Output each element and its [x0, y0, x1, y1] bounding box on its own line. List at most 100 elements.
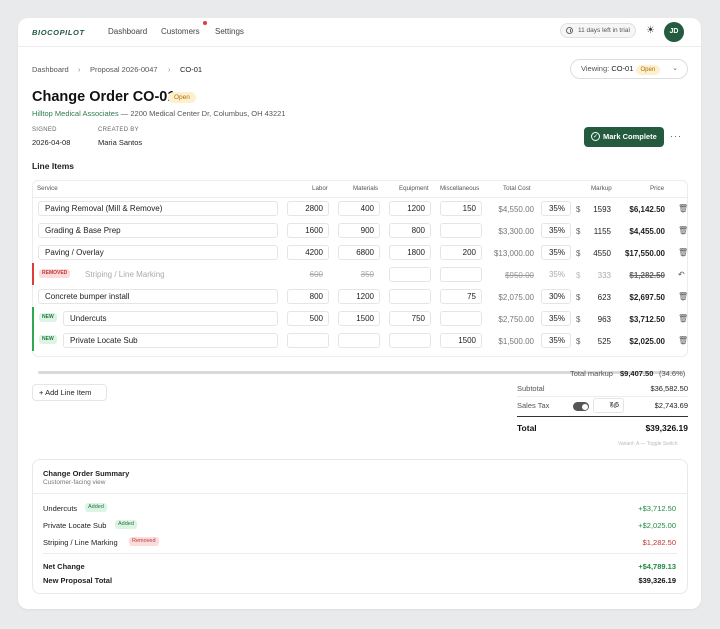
markup-currency: $: [576, 315, 581, 324]
equipment-input[interactable]: [389, 289, 431, 304]
total-divider: [517, 416, 688, 417]
misc-input[interactable]: 200: [440, 245, 482, 260]
materials-input[interactable]: [338, 333, 380, 348]
brand-logo[interactable]: BIOCOPILOT: [32, 28, 85, 37]
labor-input[interactable]: 1600: [287, 223, 329, 238]
materials-input[interactable]: 900: [338, 223, 380, 238]
service-input[interactable]: Concrete bumper install: [38, 289, 278, 304]
summary-item-amount: +$2,025.00: [638, 521, 676, 530]
markup-percent-input[interactable]: 35%: [541, 245, 571, 260]
markup-percent-input[interactable]: 30%: [541, 289, 571, 304]
equipment-input[interactable]: 750: [389, 311, 431, 326]
equipment-input[interactable]: 1200: [389, 201, 431, 216]
service-input[interactable]: Striping / Line Marking: [78, 267, 278, 282]
markup-percent-input[interactable]: 35%: [541, 201, 571, 216]
markup-percent-input[interactable]: 35%: [541, 311, 571, 326]
labor-input[interactable]: [287, 333, 329, 348]
service-input[interactable]: Grading & Base Prep: [38, 223, 278, 238]
labor-input[interactable]: 800: [287, 289, 329, 304]
plus-icon: +: [39, 388, 44, 397]
undo-icon[interactable]: ↶: [678, 270, 685, 279]
service-input[interactable]: Undercuts: [63, 311, 278, 326]
trash-icon[interactable]: 🗑: [678, 314, 688, 323]
breadcrumb-dashboard[interactable]: Dashboard: [32, 65, 69, 74]
breadcrumb-proposal[interactable]: Proposal 2026-0047: [90, 65, 158, 74]
tax-rate-input[interactable]: 7.5: [593, 398, 624, 413]
new-tag: NEW: [39, 313, 57, 322]
top-bar: BIOCOPILOT Dashboard Customers Settings …: [18, 18, 701, 46]
trash-icon[interactable]: 🗑: [678, 292, 688, 301]
created-by-label: CREATED BY: [98, 127, 139, 133]
new-proposal-total-value: $39,326.19: [638, 576, 676, 585]
markup-currency: $: [576, 249, 581, 258]
add-line-item-button[interactable]: + Add Line Item: [32, 384, 107, 401]
materials-input[interactable]: 400: [338, 201, 380, 216]
net-change-label: Net Change: [43, 562, 85, 571]
nav-customers[interactable]: Customers: [161, 27, 200, 36]
viewing-status-badge: Open: [635, 65, 661, 75]
user-avatar[interactable]: JD: [664, 22, 684, 42]
col-markup: Markup: [591, 185, 612, 192]
labor-input[interactable]: 2800: [287, 201, 329, 216]
materials-input[interactable]: 6800: [338, 245, 380, 260]
equipment-input[interactable]: 1800: [389, 245, 431, 260]
labor-input[interactable]: 600: [287, 267, 329, 282]
total-cost: $4,550.00: [498, 205, 534, 214]
topbar-divider: [18, 46, 701, 47]
tax-unit: %: [610, 401, 617, 410]
nav-settings[interactable]: Settings: [215, 27, 244, 36]
misc-input[interactable]: 75: [440, 289, 482, 304]
markup-amount: 1155: [593, 227, 611, 236]
service-input[interactable]: Paving / Overlay: [38, 245, 278, 260]
materials-input[interactable]: 350: [338, 267, 380, 282]
labor-input[interactable]: 4200: [287, 245, 329, 260]
materials-input[interactable]: 1200: [338, 289, 380, 304]
markup-percent-input[interactable]: 35%: [541, 267, 571, 282]
misc-input[interactable]: 1500: [440, 333, 482, 348]
total-cost: $13,000.00: [493, 249, 534, 258]
price: $4,455.00: [629, 227, 665, 236]
markup-currency: $: [576, 205, 581, 214]
trial-text: 11 days left in trial: [578, 27, 630, 34]
markup-currency: $: [576, 227, 581, 236]
version-select[interactable]: Viewing: CO-01 Open ⌄: [570, 59, 688, 79]
sales-tax-toggle[interactable]: [573, 402, 589, 411]
check-circle-icon: ✓: [591, 132, 600, 141]
table-header-divider: [32, 197, 688, 198]
markup-amount: 525: [597, 337, 611, 346]
equipment-input[interactable]: [389, 333, 431, 348]
summary-subtitle: Customer-facing view: [43, 479, 106, 486]
misc-input[interactable]: [440, 311, 482, 326]
client-link[interactable]: Hilltop Medical Associates: [32, 109, 119, 118]
total-markup-percent: (34.6%): [659, 369, 686, 378]
markup-currency: $: [576, 337, 581, 346]
service-input[interactable]: Paving Removal (Mill & Remove): [38, 201, 278, 216]
misc-input[interactable]: 150: [440, 201, 482, 216]
trash-icon[interactable]: 🗑: [678, 336, 688, 345]
nav-dashboard[interactable]: Dashboard: [108, 27, 147, 36]
markup-percent-input[interactable]: 35%: [541, 333, 571, 348]
viewing-value: CO-01: [611, 64, 634, 73]
removed-tag: REMOVED: [39, 269, 71, 278]
price: $6,142.50: [629, 205, 665, 214]
equipment-input[interactable]: 800: [389, 223, 431, 238]
theme-toggle-sun-icon[interactable]: ☀: [646, 25, 655, 36]
service-input[interactable]: Private Locate Sub: [63, 333, 278, 348]
labor-input[interactable]: 500: [287, 311, 329, 326]
equipment-input[interactable]: [389, 267, 431, 282]
materials-input[interactable]: 1500: [338, 311, 380, 326]
more-options-icon[interactable]: ···: [670, 131, 682, 141]
subtotal-label: Subtotal: [517, 384, 545, 393]
trash-icon[interactable]: 🗑: [678, 226, 688, 235]
new-indicator-bar: [32, 307, 34, 329]
trash-icon[interactable]: 🗑: [678, 204, 688, 213]
misc-input[interactable]: [440, 223, 482, 238]
mark-complete-button[interactable]: ✓ Mark Complete: [584, 127, 664, 147]
summary-item-name: Private Locate Sub: [43, 521, 107, 530]
trash-icon[interactable]: 🗑: [678, 248, 688, 257]
trial-badge[interactable]: 11 days left in trial: [560, 23, 636, 38]
markup-amount: 623: [597, 293, 611, 302]
markup-percent-input[interactable]: 35%: [541, 223, 571, 238]
misc-input[interactable]: [440, 267, 482, 282]
status-badge: Open: [168, 92, 196, 103]
